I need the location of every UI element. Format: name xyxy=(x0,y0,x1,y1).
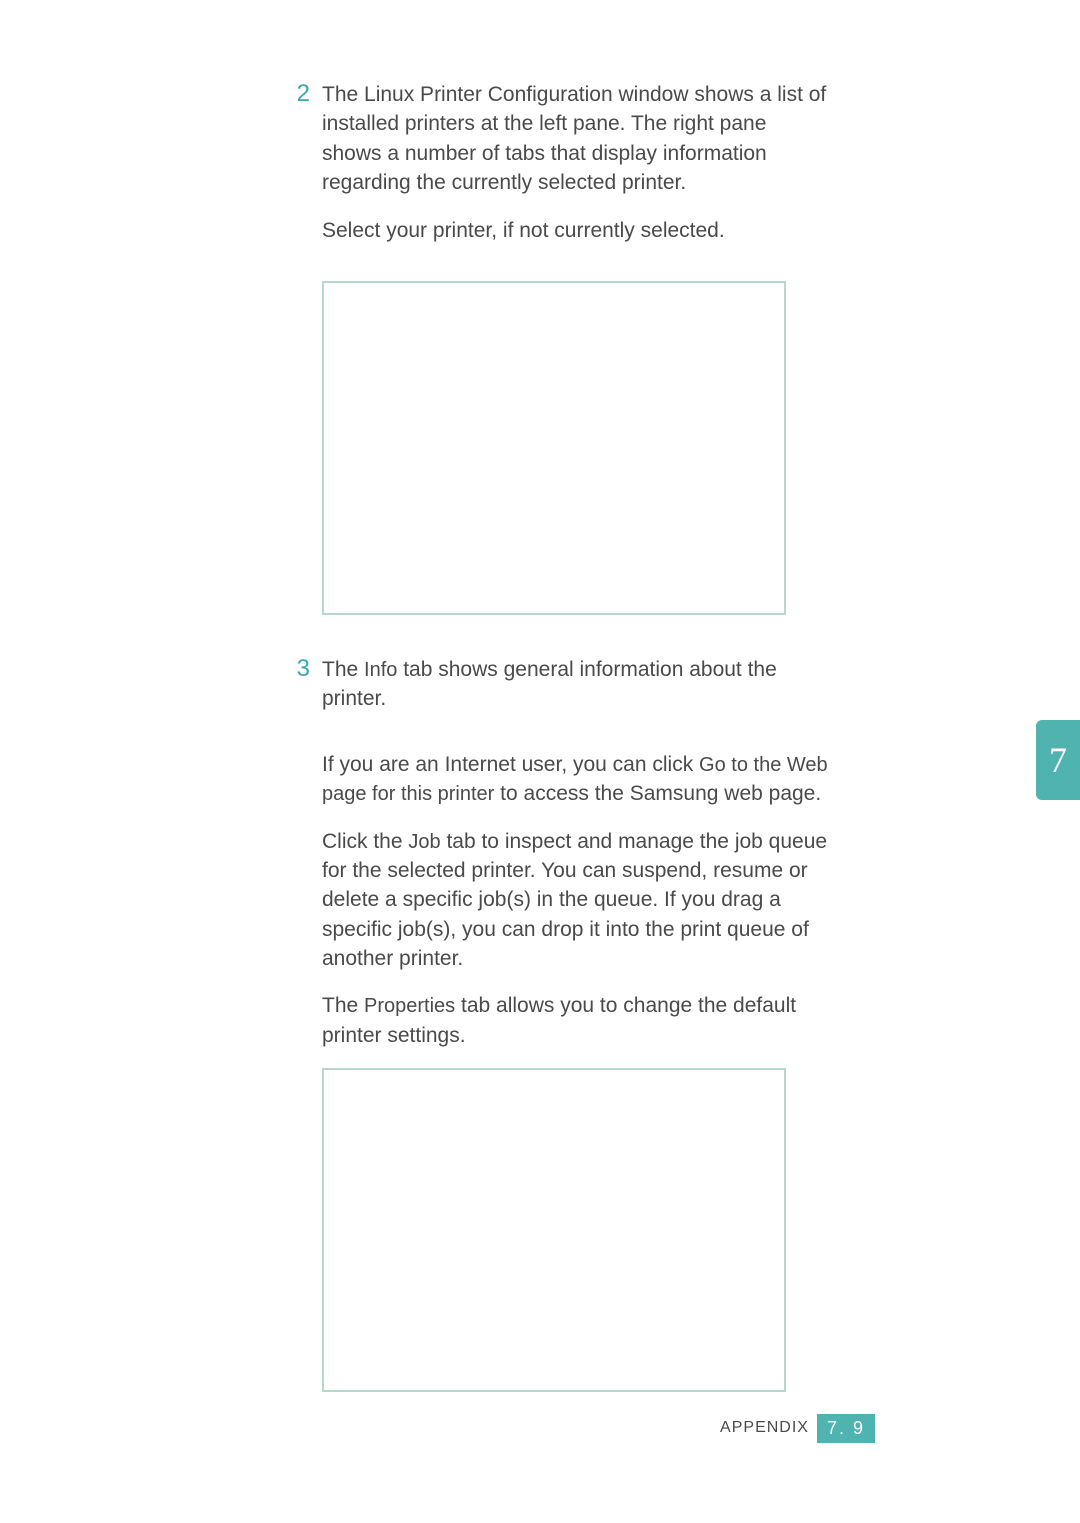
text: Click the xyxy=(322,830,408,853)
step-3-continued: If you are an Internet user, you can cli… xyxy=(322,750,830,1051)
text: The xyxy=(322,658,364,681)
step-3-para-1: The Info tab shows general information a… xyxy=(322,655,830,714)
step-3-para-2: If you are an Internet user, you can cli… xyxy=(322,750,830,809)
job-tab-label: Job xyxy=(408,831,440,853)
step-body: The Linux Printer Configuration window s… xyxy=(322,80,830,263)
info-tab-label: Info xyxy=(364,659,397,681)
footer-section-label: APPENDIX xyxy=(720,1417,809,1439)
step-2-para-1: The Linux Printer Configuration window s… xyxy=(322,80,830,198)
text: The xyxy=(322,994,364,1017)
properties-tab-label: Properties xyxy=(364,995,455,1017)
screenshot-placeholder-1 xyxy=(322,281,786,615)
step-3: 3 The Info tab shows general information… xyxy=(280,655,830,732)
chapter-tab: 7 xyxy=(1036,720,1080,800)
text: If you are an Internet user, you can cli… xyxy=(322,753,699,776)
step-body: The Info tab shows general information a… xyxy=(322,655,830,732)
step-3-para-3: Click the Job tab to inspect and manage … xyxy=(322,827,830,974)
step-number: 2 xyxy=(280,77,310,111)
page: 2 The Linux Printer Configuration window… xyxy=(0,0,1080,1523)
step-3-para-4: The Properties tab allows you to change … xyxy=(322,991,830,1050)
step-number: 3 xyxy=(280,652,310,686)
content-column: 2 The Linux Printer Configuration window… xyxy=(280,80,830,1392)
screenshot-placeholder-2 xyxy=(322,1068,786,1392)
footer: APPENDIX 7. 9 xyxy=(720,1414,875,1443)
footer-page-number: 7. 9 xyxy=(817,1414,875,1443)
step-2: 2 The Linux Printer Configuration window… xyxy=(280,80,830,263)
step-2-para-2: Select your printer, if not currently se… xyxy=(322,216,830,245)
text: to access the Samsung web page. xyxy=(494,782,821,805)
